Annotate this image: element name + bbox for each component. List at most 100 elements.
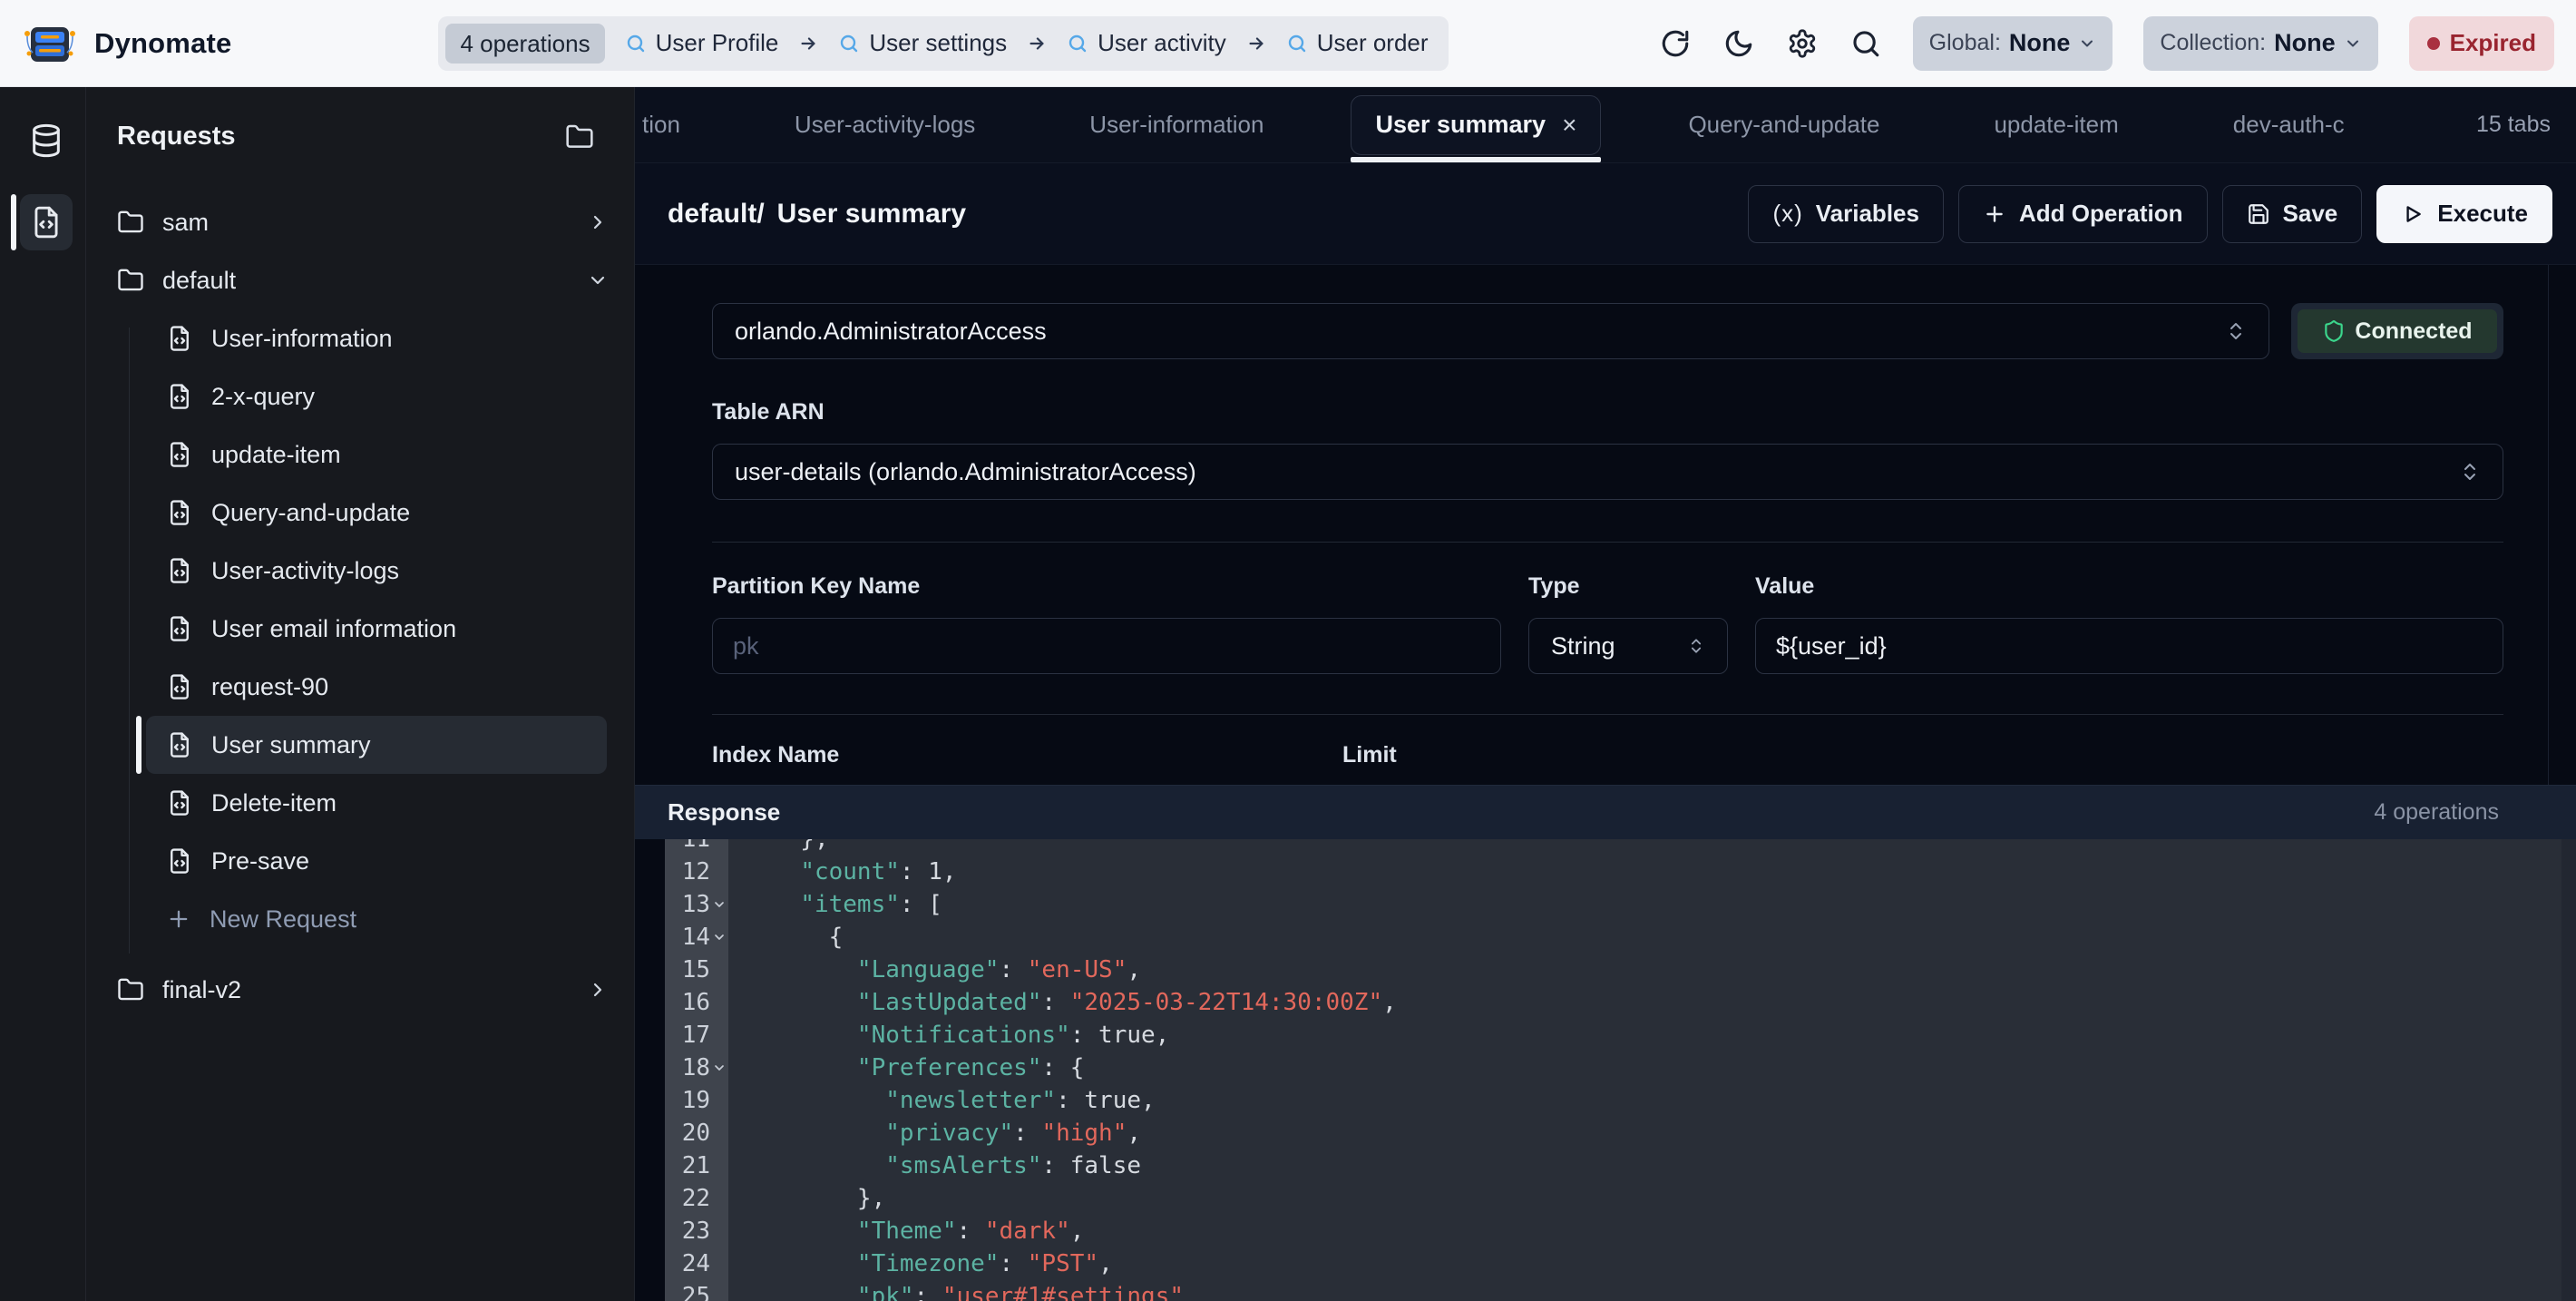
line-number: 11 [665,839,728,856]
tab-label: tion [642,111,680,138]
sidebar-item-final-v2[interactable]: final-v2 [86,961,634,1019]
sidebar-item-user-activity-logs[interactable]: User-activity-logs [86,542,634,600]
folder-icon [117,267,144,294]
type-select[interactable]: String [1528,618,1728,674]
sidebar-title: Requests [117,122,236,152]
sidebar-item-default[interactable]: default [86,251,634,309]
add-operation-button[interactable]: Add Operation [1958,185,2208,243]
item-label: Delete-item [211,789,337,817]
item-label: sam [162,209,209,237]
line-number: 20 [665,1117,728,1149]
line-number: 25 [665,1280,728,1301]
sidebar-item-delete-item[interactable]: Delete-item [86,774,634,832]
tab-query-and-update[interactable]: Query-and-update [1661,111,1907,139]
divider [712,542,2503,543]
tab-user-information[interactable]: User-information [1062,111,1291,139]
scrollbar-track[interactable] [2548,265,2549,785]
icon-rail [0,87,86,1301]
editor-scrollbar[interactable] [2561,839,2576,1301]
line-number: 13 [665,888,728,921]
connection-status: Connected [2291,303,2503,359]
code-line: 16 "LastUpdated": "2025-03-22T14:30:00Z"… [665,986,2576,1019]
fold-chevron-icon[interactable] [712,897,727,912]
rail-item-tables[interactable] [0,112,85,169]
tab-user-summary[interactable]: User summary × [1351,95,1601,155]
search-icon [625,33,647,54]
save-button[interactable]: Save [2222,185,2363,243]
file-code-icon [166,847,193,875]
close-icon[interactable]: × [1562,111,1576,140]
variables-icon: (x) [1772,200,1802,228]
chevron-right-icon [587,979,609,1001]
response-code-editor[interactable]: 11 }, 12 "count": 1, 13 "items": [ 14 { … [665,839,2576,1301]
fold-chevron-icon[interactable] [712,1061,727,1075]
tab-user-activity-logs[interactable]: User-activity-logs [767,111,1002,139]
sidebar-item-query-and-update[interactable]: Query-and-update [86,484,634,542]
divider [712,714,2503,715]
request-header: default/ User summary (x) Variables Add … [635,163,2576,265]
execute-button[interactable]: Execute [2376,185,2552,243]
rail-item-requests[interactable] [0,194,85,250]
app-name: Dynomate [94,27,231,60]
tab-update-item[interactable]: update-item [1966,111,2145,139]
sidebar-item-sam[interactable]: sam [86,193,634,251]
global-environment-dropdown[interactable]: Global: None [1913,16,2113,71]
status-dot [2427,37,2440,50]
arrow-right-icon [798,34,818,54]
connection-select[interactable]: orlando.AdministratorAccess [712,303,2269,359]
line-number: 16 [665,986,728,1019]
sidebar-item-pre-save[interactable]: Pre-save [86,832,634,890]
variables-button[interactable]: (x) Variables [1748,185,1944,243]
arrow-right-icon [1027,34,1047,54]
sidebar-item-user-email-information[interactable]: User email information [86,600,634,658]
tab-label: Query-and-update [1688,111,1879,138]
tab-label: User summary [1375,111,1546,139]
selected-indicator [136,716,141,774]
session-expired-badge[interactable]: Expired [2409,16,2554,71]
response-operations-count: 4 operations [2374,799,2499,826]
new-folder-icon[interactable] [565,122,594,152]
sidebar-item-user-information[interactable]: User-information [86,309,634,367]
file-code-icon [166,789,193,817]
file-code-icon [166,673,193,700]
tab-label: User-activity-logs [795,111,975,138]
chevrons-up-down-icon [2459,461,2481,483]
sidebar-item-2-x-query[interactable]: 2-x-query [86,367,634,426]
line-number: 15 [665,954,728,986]
folder-icon [117,976,144,1003]
file-code-icon [166,441,193,468]
code-line: 13 "items": [ [665,888,2576,921]
sidebar-item-user-summary[interactable]: User summary [146,716,607,774]
response-title: Response [668,798,780,827]
breadcrumb-item-user-settings[interactable]: User settings [838,29,1007,57]
partition-key-label: Partition Key Name [712,573,1501,600]
code-line: 14 { [665,921,2576,954]
breadcrumb-item-user-profile[interactable]: User Profile [625,29,779,57]
fold-chevron-icon[interactable] [712,930,727,944]
refresh-icon[interactable] [1659,27,1692,60]
search-icon[interactable] [1849,27,1882,60]
line-number: 23 [665,1215,728,1247]
dark-mode-moon-icon[interactable] [1722,27,1755,60]
plus-icon [166,906,191,932]
tab-tion[interactable]: tion [642,111,707,139]
settings-gear-icon[interactable] [1786,27,1819,60]
table-arn-select[interactable]: user-details (orlando.AdministratorAcces… [712,444,2503,500]
sidebar-item-request-90[interactable]: request-90 [86,658,634,716]
breadcrumb-item-user-activity[interactable]: User activity [1067,29,1226,57]
sidebar-item-update-item[interactable]: update-item [86,426,634,484]
partition-key-input[interactable]: pk [712,618,1501,674]
line-number: 24 [665,1247,728,1280]
tab-dev-auth-c[interactable]: dev-auth-c [2206,111,2372,139]
tab-label: update-item [1994,111,2118,138]
line-number: 22 [665,1182,728,1215]
breadcrumb-item-user-order[interactable]: User order [1286,29,1429,57]
chevrons-up-down-icon [1687,637,1705,655]
sidebar-item-new-request[interactable]: New Request [86,890,634,948]
value-input[interactable]: ${user_id} [1755,618,2503,674]
item-label: Pre-save [211,847,309,875]
code-line: 19 "newsletter": true, [665,1084,2576,1117]
file-code-icon [166,557,193,584]
response-header[interactable]: Response 4 operations [635,785,2576,839]
collection-dropdown[interactable]: Collection: None [2143,16,2377,71]
